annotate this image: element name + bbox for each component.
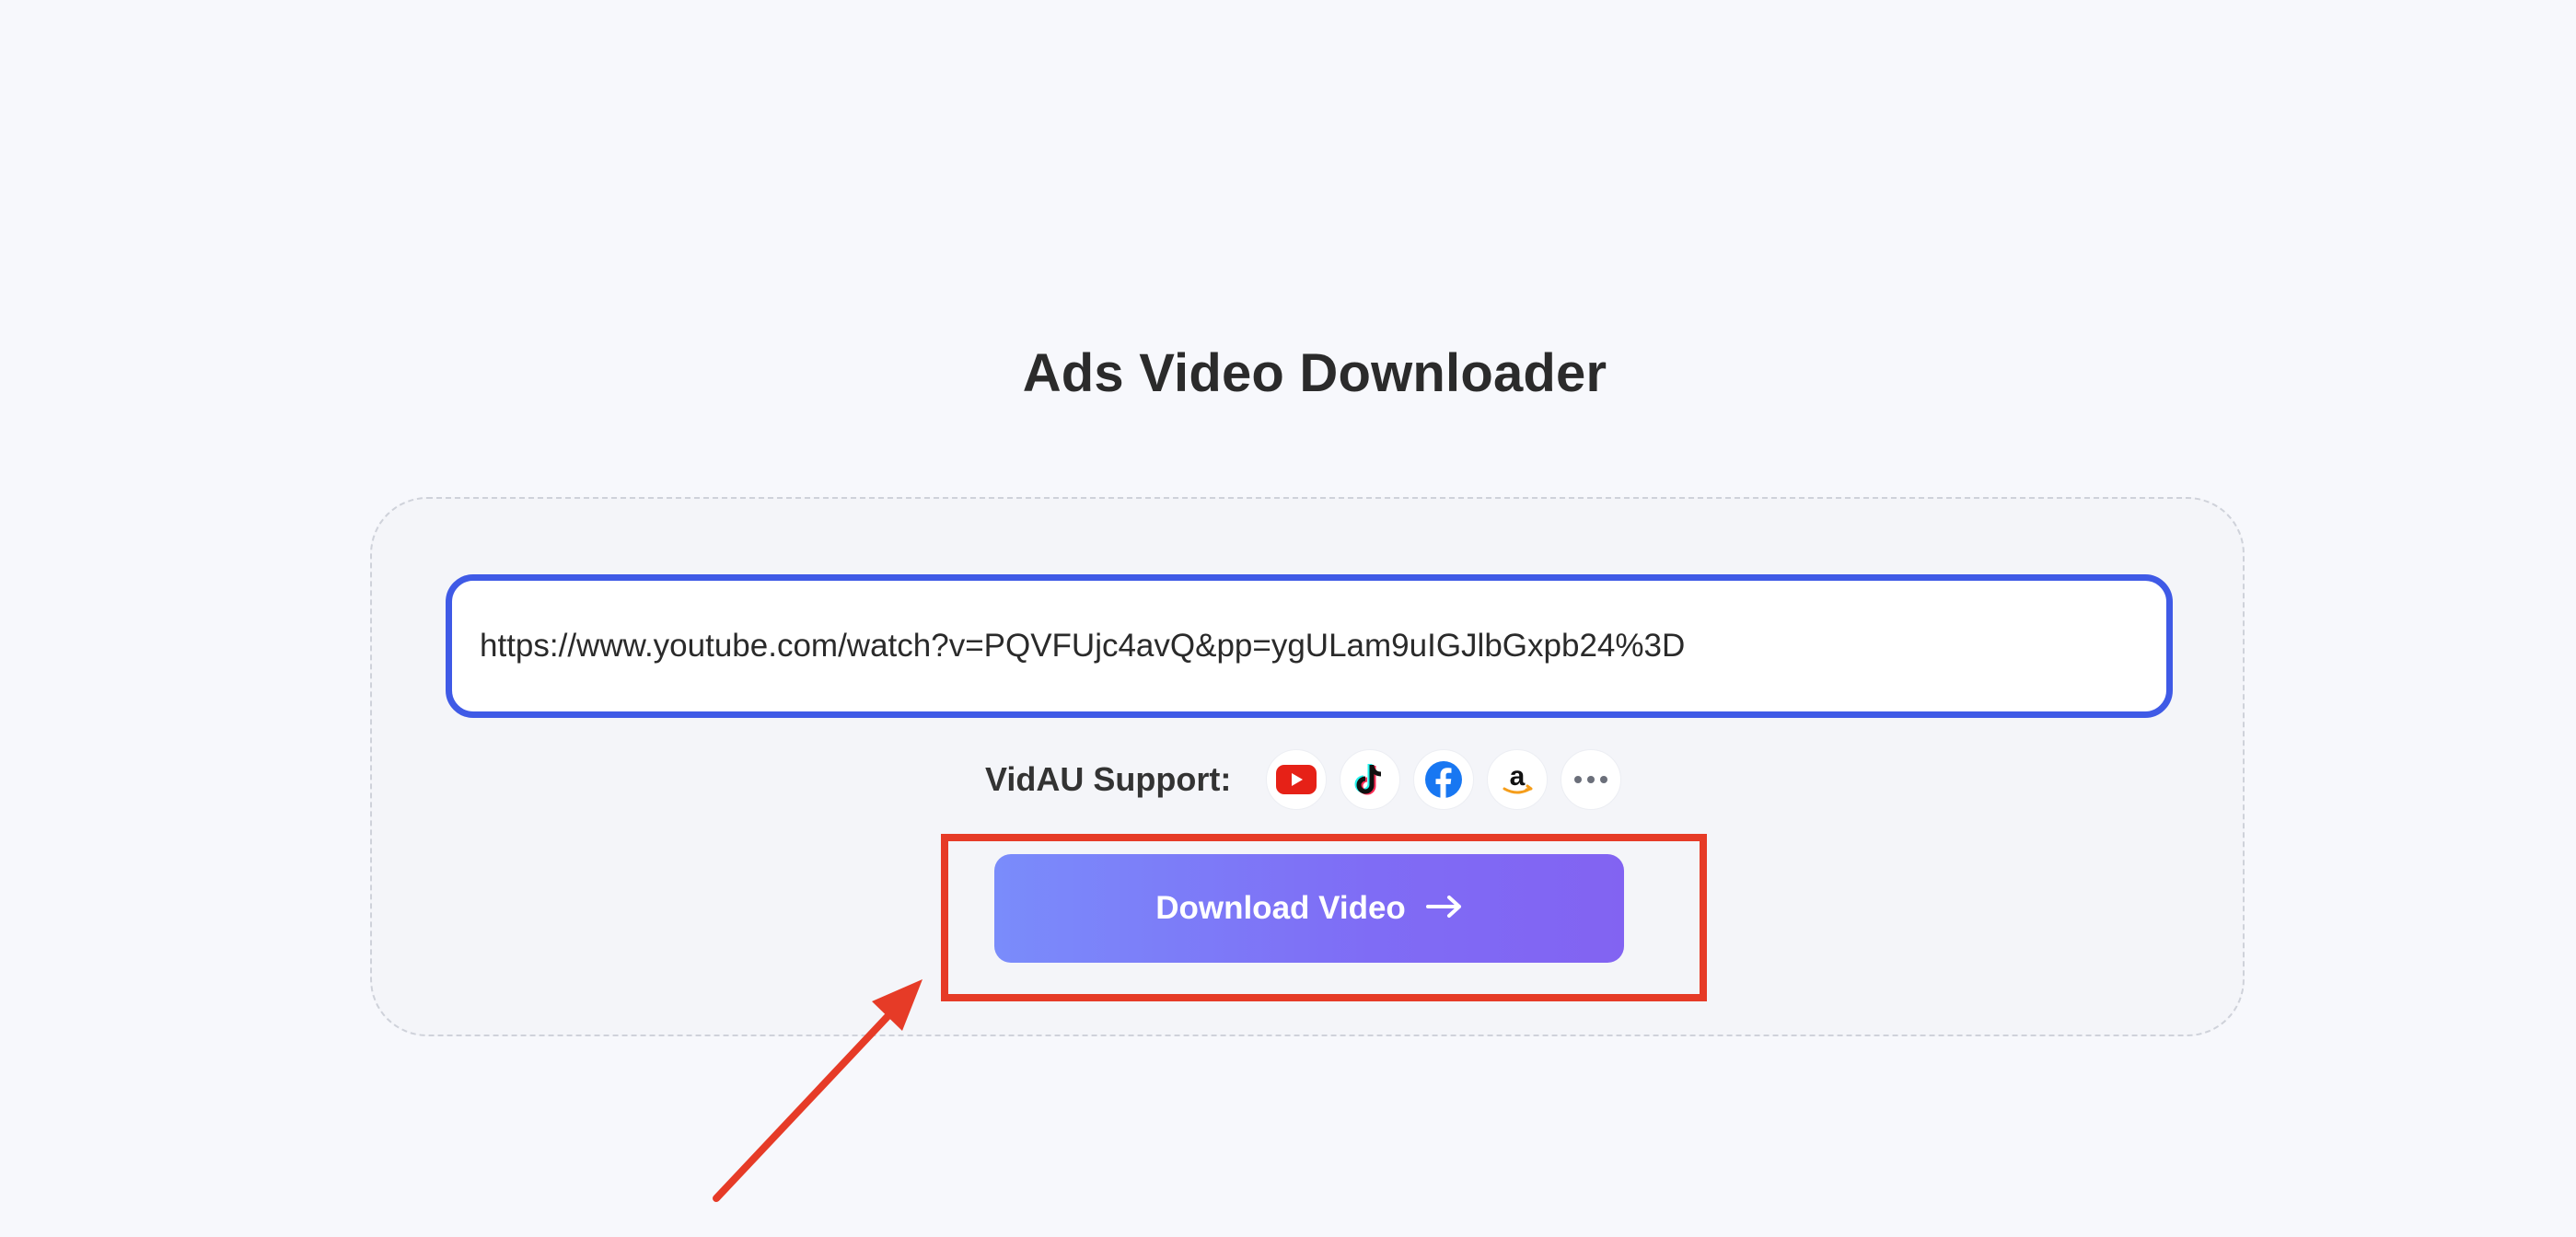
download-video-button[interactable]: Download Video — [994, 854, 1624, 963]
support-row: VidAU Support: a — [985, 747, 1634, 812]
page-title: Ads Video Downloader — [1022, 343, 1607, 403]
facebook-icon[interactable] — [1413, 749, 1475, 810]
support-label: VidAU Support: — [985, 760, 1232, 798]
amazon-icon[interactable]: a — [1487, 749, 1549, 810]
more-icon[interactable] — [1561, 749, 1622, 810]
url-input[interactable] — [446, 574, 2173, 718]
download-button-label: Download Video — [1155, 890, 1406, 926]
arrow-right-icon — [1425, 890, 1463, 927]
youtube-icon[interactable] — [1266, 749, 1328, 810]
tiktok-icon[interactable] — [1340, 749, 1401, 810]
svg-text:a: a — [1510, 761, 1526, 792]
